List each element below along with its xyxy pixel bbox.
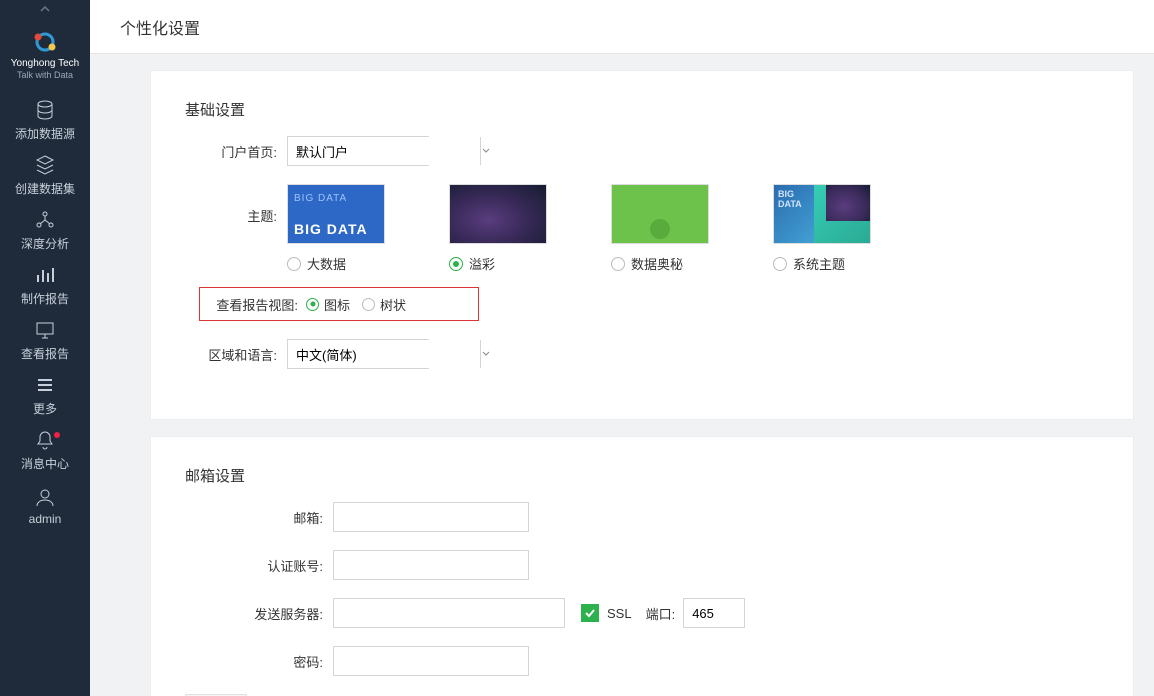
nav-view-report[interactable]: 查看报告: [0, 313, 90, 368]
sidebar-collapse-toggle[interactable]: [0, 0, 90, 18]
main: 个性化设置 基础设置 门户首页: 主题: 大数据: [90, 0, 1154, 696]
smtp-row: 发送服务器: SSL 端口:: [185, 598, 1099, 628]
notification-dot: [54, 432, 60, 438]
portal-select-input[interactable]: [288, 137, 480, 165]
radio-selected-icon: [306, 298, 319, 311]
content: 基础设置 门户首页: 主题: 大数据: [90, 54, 1154, 696]
theme-colorful[interactable]: 溢彩: [449, 184, 547, 273]
nav: 添加数据源 创建数据集 深度分析 制作报告 查看报告 更多 消息中心: [0, 93, 90, 533]
account-label: 认证账号:: [185, 556, 333, 575]
portal-select[interactable]: [287, 136, 429, 166]
database-icon: [34, 99, 56, 121]
basic-section-title: 基础设置: [185, 99, 1099, 120]
theme-system[interactable]: 系统主题: [773, 184, 871, 273]
report-view-tree-mode[interactable]: 树状: [362, 295, 406, 314]
portal-select-dropdown[interactable]: [480, 137, 491, 165]
radio-icon: [287, 257, 301, 271]
bell-icon: [34, 429, 56, 451]
nav-notifications[interactable]: 消息中心: [0, 423, 90, 478]
portal-row: 门户首页:: [185, 136, 1099, 166]
mailbox-row: 邮箱:: [185, 502, 1099, 532]
password-input[interactable]: [333, 646, 529, 676]
bar-chart-icon: [34, 264, 56, 286]
report-view-row: 查看报告视图: 图标 树状: [185, 287, 1099, 321]
theme-label: 主题:: [185, 184, 287, 225]
report-view-icon-mode[interactable]: 图标: [306, 295, 350, 314]
nav-add-datasource[interactable]: 添加数据源: [0, 93, 90, 148]
nav-create-report[interactable]: 制作报告: [0, 258, 90, 313]
menu-icon: [34, 374, 56, 396]
theme-secret[interactable]: 数据奥秘: [611, 184, 709, 273]
nav-more[interactable]: 更多: [0, 368, 90, 423]
theme-bigdata[interactable]: 大数据: [287, 184, 385, 273]
report-view-highlight: 查看报告视图: 图标 树状: [199, 287, 479, 321]
report-view-radio-group: 图标 树状: [306, 295, 406, 314]
email-settings-card: 邮箱设置 邮箱: 认证账号: 发送服务器: SSL 端口: 密码:: [150, 436, 1134, 696]
locale-row: 区域和语言:: [185, 339, 1099, 369]
locale-select[interactable]: [287, 339, 429, 369]
chevron-down-icon: [481, 146, 491, 156]
page-title: 个性化设置: [120, 15, 200, 39]
user-icon: [34, 486, 56, 508]
chevron-up-icon: [39, 3, 51, 15]
brand-tagline: Talk with Data: [11, 70, 79, 81]
logo-icon: [31, 28, 59, 56]
sidebar: Yonghong Tech Talk with Data 添加数据源 创建数据集…: [0, 0, 90, 696]
account-row: 认证账号:: [185, 550, 1099, 580]
password-label: 密码:: [185, 652, 333, 671]
account-input[interactable]: [333, 550, 529, 580]
theme-colorful-thumb: [449, 184, 547, 244]
theme-secret-thumb: [611, 184, 709, 244]
nav-deep-analysis[interactable]: 深度分析: [0, 203, 90, 258]
theme-bigdata-thumb: [287, 184, 385, 244]
port-label: 端口:: [646, 604, 676, 623]
theme-options: 大数据 溢彩 数据奥秘 系统主题: [287, 184, 871, 273]
locale-select-dropdown[interactable]: [480, 340, 491, 368]
ssl-label: SSL: [607, 606, 632, 621]
layers-icon: [34, 154, 56, 176]
locale-select-input[interactable]: [288, 340, 480, 368]
nav-create-dataset[interactable]: 创建数据集: [0, 148, 90, 203]
smtp-input[interactable]: [333, 598, 565, 628]
report-view-label: 查看报告视图:: [210, 295, 306, 314]
theme-row: 主题: 大数据 溢彩 数据奥秘: [185, 184, 1099, 273]
basic-settings-card: 基础设置 门户首页: 主题: 大数据: [150, 70, 1134, 420]
port-input[interactable]: [683, 598, 745, 628]
password-row: 密码:: [185, 646, 1099, 676]
radio-icon: [611, 257, 625, 271]
network-icon: [34, 209, 56, 231]
locale-label: 区域和语言:: [185, 345, 287, 364]
theme-system-thumb: [773, 184, 871, 244]
mailbox-label: 邮箱:: [185, 508, 333, 527]
radio-selected-icon: [449, 257, 463, 271]
topbar: 个性化设置: [90, 0, 1154, 54]
brand-logo: Yonghong Tech Talk with Data: [11, 18, 79, 93]
check-icon: [584, 607, 596, 619]
smtp-label: 发送服务器:: [185, 604, 333, 623]
portal-label: 门户首页:: [185, 142, 287, 161]
monitor-icon: [34, 319, 56, 341]
mailbox-input[interactable]: [333, 502, 529, 532]
radio-icon: [773, 257, 787, 271]
email-section-title: 邮箱设置: [185, 465, 1099, 486]
chevron-down-icon: [481, 349, 491, 359]
ssl-checkbox[interactable]: [581, 604, 599, 622]
radio-icon: [362, 298, 375, 311]
nav-user[interactable]: admin: [0, 478, 90, 533]
brand-name: Yonghong Tech: [11, 58, 79, 70]
